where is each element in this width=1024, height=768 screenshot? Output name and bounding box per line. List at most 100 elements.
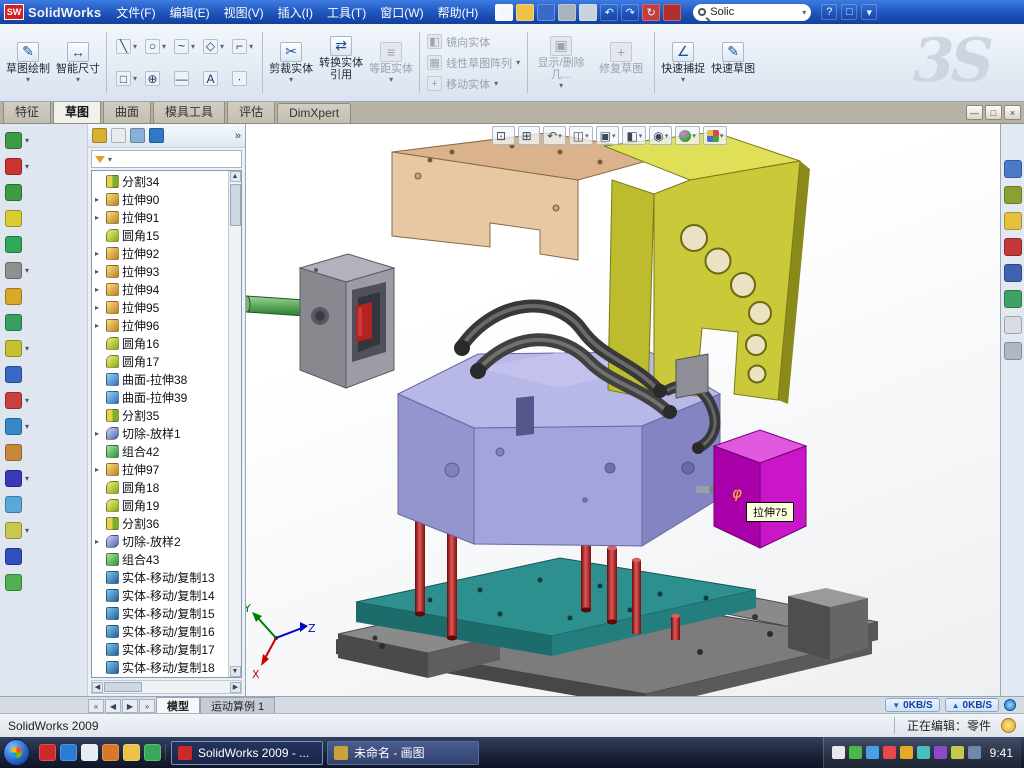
tray-icon-9[interactable] [968, 746, 981, 759]
clamp-block[interactable] [300, 254, 394, 388]
commandmanager-tab[interactable]: DimXpert [277, 103, 351, 123]
sketch-button[interactable]: ✎ 草图绘制 ▾ [4, 42, 52, 84]
tree-item[interactable]: ▸ 拉伸90 [92, 190, 228, 208]
trim-entities-button[interactable]: ✂ 剪裁实体 ▾ [267, 42, 315, 84]
first-tab-icon[interactable]: « [88, 699, 104, 713]
taskbar-task[interactable]: 未命名 - 画图 [327, 741, 479, 765]
tree-item[interactable]: ▸ 拉伸94 [92, 280, 228, 298]
tree-item[interactable]: ▸ 拉伸93 [92, 262, 228, 280]
draft-tool-icon[interactable]: ▾ [5, 340, 87, 357]
tool-dropdown-icon[interactable]: ▾ [25, 162, 29, 171]
smart-dimension-button[interactable]: ↔ 智能尺寸 ▾ [54, 42, 102, 84]
commandmanager-tab[interactable]: 曲面 [103, 100, 151, 123]
commandmanager-tab[interactable]: 特征 [3, 100, 51, 123]
expand-icon[interactable]: ▸ [95, 465, 103, 474]
tool-dropdown-icon[interactable]: ▾ [25, 136, 29, 145]
home-icon[interactable] [1004, 160, 1022, 178]
display-style-icon[interactable]: ◧ ▾ [622, 126, 646, 145]
tray-icon-6[interactable] [917, 746, 930, 759]
ellipse-tool-icon[interactable]: ∙ ▾ [229, 63, 256, 96]
sketch-tool-icon[interactable]: ▾ [5, 132, 87, 149]
help-icon[interactable]: ? [821, 4, 837, 20]
print-icon[interactable] [558, 4, 576, 21]
quick-snaps-button[interactable]: ∠ 快速捕捉 ▾ [659, 42, 707, 84]
tool-dropdown-icon[interactable]: ▾ [25, 344, 29, 353]
sweep-tool-icon[interactable]: ▾ [5, 236, 87, 253]
zoom-fit-icon[interactable]: ⊡ ▾ [492, 126, 515, 145]
scroll-left-icon[interactable]: ◀ [92, 682, 103, 693]
view-palette-icon[interactable] [1004, 264, 1022, 282]
appearances-icon[interactable] [1004, 290, 1022, 308]
repair-sketch-button[interactable]: + 修复草图 ▾ [592, 42, 650, 84]
minimize-button[interactable]: — [966, 105, 983, 120]
document-tab[interactable]: 运动算例 1 [200, 697, 275, 713]
graphics-viewport[interactable]: φ X Y Z [246, 124, 1000, 696]
revolve-tool-icon[interactable]: ▾ [5, 210, 87, 227]
zoom-area-icon[interactable]: ⊞ ▾ [518, 126, 541, 145]
scroll-up-icon[interactable]: ▲ [230, 171, 241, 182]
spline-edit-tool-icon[interactable]: ▾ [5, 496, 87, 513]
shell-tool-icon[interactable]: ▾ [5, 314, 87, 331]
rectangle-tool-icon[interactable]: □ ▾ [113, 63, 140, 96]
pattern-tool-icon[interactable]: ▾ [5, 262, 87, 279]
design-library-icon[interactable] [1004, 186, 1022, 204]
prev-tab-icon[interactable]: ◀ [105, 699, 121, 713]
messenger-icon[interactable] [144, 744, 161, 761]
show-desktop-icon[interactable] [81, 744, 98, 761]
expand-icon[interactable]: ▸ [95, 429, 103, 438]
tree-item[interactable]: ▸ 拉伸95 [92, 298, 228, 316]
scrollbar-thumb[interactable] [230, 184, 241, 226]
linear-sketch-pattern-button[interactable]: ▦ 线性草图阵列 ▾ [427, 55, 520, 71]
mirror-entities-button[interactable]: ◧ 镜向实体 ▾ [427, 34, 520, 50]
next-tab-icon[interactable]: ▶ [122, 699, 138, 713]
edit-appearance-icon[interactable]: ▾ [675, 126, 700, 145]
tree-item[interactable]: ▸ 切除-放样1 [92, 424, 228, 442]
expand-icon[interactable]: ▸ [95, 195, 103, 204]
rib-tool-icon[interactable]: ▾ [5, 366, 87, 383]
expand-icon[interactable]: ▸ [95, 267, 103, 276]
tree-item[interactable]: ▸ 实体-移动/复制17 [92, 640, 228, 658]
custom-properties-icon[interactable] [1004, 316, 1022, 334]
dimension-tool-icon[interactable]: ▾ [5, 158, 87, 175]
tree-hscrollbar[interactable]: ◀ ▶ [91, 680, 242, 694]
expand-icon[interactable]: ▸ [95, 303, 103, 312]
rapid-sketch-button[interactable]: ✎ 快速草图 ▾ [709, 42, 757, 84]
freeform-tool-icon[interactable]: ▾ [5, 574, 87, 591]
configurationmanager-tab-icon[interactable] [130, 128, 145, 143]
model-canvas[interactable]: φ X Y Z [246, 124, 1000, 696]
tree-item[interactable]: ▸ 实体-移动/复制16 [92, 622, 228, 640]
surface-tool-icon[interactable]: ▾ [5, 522, 87, 539]
tree-item[interactable]: ▸ 切除-放样2 [92, 532, 228, 550]
tree-item[interactable]: ▸ 圆角15 [92, 226, 228, 244]
tree-item[interactable]: ▸ 曲面-拉伸38 [92, 370, 228, 388]
tree-item[interactable]: ▸ 实体-移动/复制18 [92, 658, 228, 676]
scroll-right-icon[interactable]: ▶ [230, 682, 241, 693]
folder-icon[interactable] [123, 744, 140, 761]
menu-item[interactable]: 文件(F) [109, 1, 162, 24]
arc-tool-icon[interactable]: ⌐ ▾ [229, 30, 256, 63]
expand-icon[interactable]: ▸ [95, 213, 103, 222]
menu-item[interactable]: 编辑(E) [163, 1, 217, 24]
media-player-icon[interactable] [102, 744, 119, 761]
search-input[interactable]: Solic [710, 6, 798, 18]
expand-icon[interactable]: ▸ [95, 249, 103, 258]
scroll-down-icon[interactable]: ▼ [230, 666, 241, 677]
redo-icon[interactable]: ↷ [621, 4, 639, 21]
tree-item[interactable]: ▸ 拉伸96 [92, 316, 228, 334]
reference-tool-icon[interactable]: ▾ [5, 418, 87, 435]
selection-filter-icon[interactable] [663, 4, 681, 21]
menu-item[interactable]: 窗口(W) [373, 1, 430, 24]
hide-show-items-icon[interactable]: ◉ ▾ [649, 126, 672, 145]
tree-item[interactable]: ▸ 实体-移动/复制13 [92, 568, 228, 586]
close-button[interactable]: × [1004, 105, 1021, 120]
expand-icon[interactable]: ▸ [95, 285, 103, 294]
restore-button[interactable]: □ [985, 105, 1002, 120]
tree-item[interactable]: ▸ 组合43 [92, 550, 228, 568]
commandmanager-tab[interactable]: 草图 [53, 100, 101, 123]
tray-icon-7[interactable] [934, 746, 947, 759]
loft-tool-icon[interactable]: ▾ [5, 548, 87, 565]
file-explorer-icon[interactable] [1004, 212, 1022, 230]
propertymanager-tab-icon[interactable] [111, 128, 126, 143]
menu-item[interactable]: 帮助(H) [431, 1, 486, 24]
tree-item[interactable]: ▸ 组合42 [92, 442, 228, 460]
